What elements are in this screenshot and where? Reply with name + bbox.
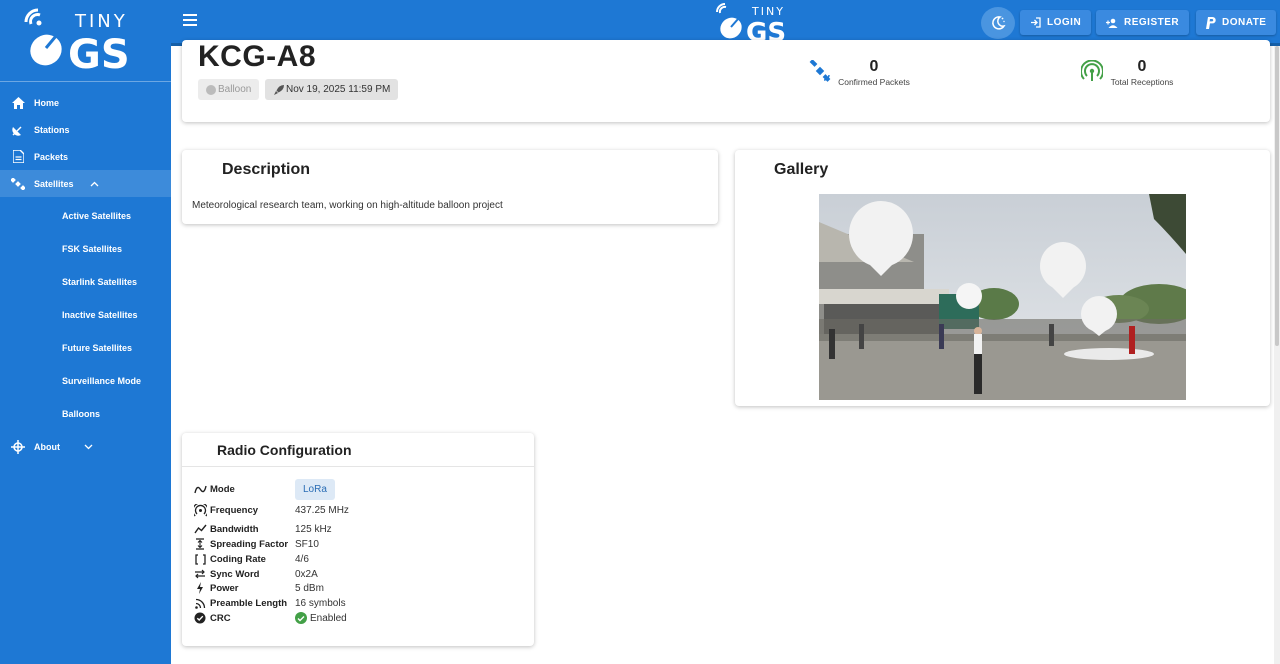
check-circle-icon — [295, 612, 307, 624]
sidebar: TINY GS Home Stations Packets Satellites… — [0, 0, 171, 664]
page-scrollbar[interactable] — [1274, 46, 1280, 664]
sidebar-subitem-inactive-satellites[interactable]: Inactive Satellites — [0, 298, 171, 331]
radio-configuration-title: Radio Configuration — [217, 442, 352, 458]
chevron-up-icon — [90, 179, 99, 189]
sidebar-subitem-future-satellites[interactable]: Future Satellites — [0, 331, 171, 364]
sidebar-item-satellites[interactable]: Satellites — [0, 170, 171, 197]
sidebar-subitem-balloons[interactable]: Balloons — [0, 397, 171, 430]
sidebar-item-label: Satellites — [34, 178, 74, 189]
rocket-icon — [274, 84, 284, 95]
sidebar-subitem-surveillance-mode[interactable]: Surveillance Mode — [0, 364, 171, 397]
moon-icon — [992, 16, 1006, 30]
sidebar-item-label: About — [34, 441, 60, 452]
document-icon — [10, 149, 26, 165]
radio-row-crc: CRC Enabled — [193, 611, 347, 625]
donate-button[interactable]: DONATE — [1196, 10, 1277, 35]
theme-toggle-button[interactable] — [981, 7, 1015, 39]
tinygs-logo-icon: TINY GS — [716, 3, 786, 48]
swap-icon — [193, 567, 207, 581]
sidebar-item-label: Stations — [34, 124, 70, 135]
satellite-icon — [10, 176, 26, 192]
antenna-icon — [193, 503, 207, 517]
menu-icon[interactable] — [183, 14, 197, 29]
sidebar-item-packets[interactable]: Packets — [0, 143, 171, 170]
sidebar-subitem-starlink-satellites[interactable]: Starlink Satellites — [0, 265, 171, 298]
sidebar-item-label: Packets — [34, 151, 69, 162]
verified-icon — [193, 611, 207, 625]
type-chip: Balloon — [198, 79, 260, 100]
launch-date-chip: Nov 19, 2025 11:59 PM — [265, 79, 399, 100]
signal-icon — [193, 596, 207, 610]
svg-text:TINY: TINY — [751, 5, 785, 18]
chevron-down-icon — [84, 442, 93, 452]
login-button[interactable]: LOGIN — [1020, 10, 1092, 35]
sidebar-item-label: Home — [34, 97, 60, 108]
radio-row-spreading-factor: Spreading Factor SF10 — [193, 537, 319, 551]
total-receptions-stat: 0 Total Receptions — [1110, 58, 1174, 87]
wave-icon — [193, 483, 207, 497]
svg-text:GS: GS — [68, 32, 130, 72]
register-button[interactable]: REGISTER — [1096, 10, 1190, 35]
home-icon — [10, 95, 26, 111]
radio-row-preamble-length: Preamble Length 16 symbols — [193, 596, 346, 610]
gallery-image[interactable] — [819, 194, 1186, 400]
gallery-title: Gallery — [774, 161, 829, 178]
sidebar-item-about[interactable]: About — [0, 433, 171, 460]
antenna-reception-icon — [1080, 59, 1104, 87]
confirmed-packets-stat: 0 Confirmed Packets — [838, 58, 910, 87]
satellite-header-card: KCG-A8 Balloon Nov 19, 2025 11:59 PM 0 C… — [182, 40, 1270, 122]
divider — [182, 466, 534, 467]
description-title: Description — [222, 161, 311, 178]
compass-icon — [10, 439, 26, 455]
radio-row-bandwidth: Bandwidth 125 kHz — [193, 522, 332, 536]
tinygs-logo-icon: TINY GS — [24, 8, 130, 72]
sidebar-item-home[interactable]: Home — [0, 89, 171, 116]
radio-row-coding-rate: Coding Rate 4/6 — [193, 552, 309, 566]
svg-text:TINY: TINY — [74, 11, 128, 32]
paypal-icon — [1206, 16, 1216, 29]
radio-row-sync-word: Sync Word 0x2A — [193, 567, 318, 581]
satellite-dish-icon — [10, 122, 26, 138]
sidebar-subitem-active-satellites[interactable]: Active Satellites — [0, 199, 171, 232]
mode-chip: LoRa — [295, 479, 335, 500]
person-add-icon — [1106, 18, 1118, 28]
login-icon — [1031, 17, 1041, 28]
satellite-icon — [809, 59, 831, 87]
page-title: KCG-A8 — [198, 40, 317, 73]
radio-configuration-card: Radio Configuration Mode LoRa Frequency … — [182, 433, 534, 646]
radio-row-frequency: Frequency 437.25 MHz — [193, 503, 349, 517]
bolt-icon — [193, 581, 207, 595]
description-card: Description Meteorological research team… — [182, 150, 718, 224]
vertical-expand-icon — [193, 537, 207, 551]
sidebar-logo[interactable]: TINY GS — [0, 0, 171, 82]
brackets-icon — [193, 552, 207, 566]
line-chart-icon — [193, 522, 207, 536]
description-text: Meteorological research team, working on… — [192, 200, 503, 211]
sidebar-item-stations[interactable]: Stations — [0, 116, 171, 143]
balloon-dot-icon — [206, 84, 216, 95]
radio-row-power: Power 5 dBm — [193, 581, 324, 595]
scrollbar-thumb[interactable] — [1275, 46, 1279, 346]
gallery-card: Gallery — [735, 150, 1270, 406]
radio-row-mode: Mode LoRa — [193, 479, 335, 500]
sidebar-subitem-fsk-satellites[interactable]: FSK Satellites — [0, 232, 171, 265]
